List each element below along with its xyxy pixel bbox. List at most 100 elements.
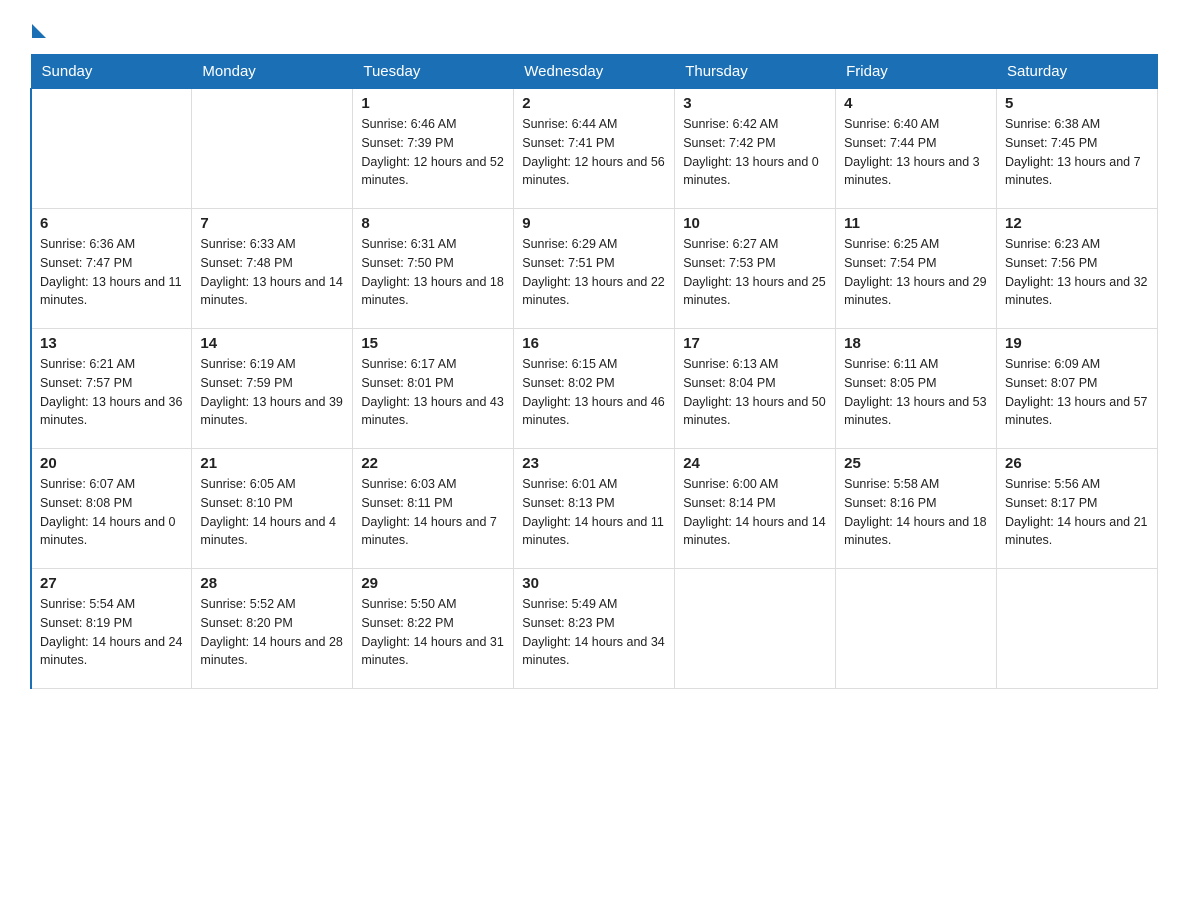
day-info: Sunrise: 6:00 AMSunset: 8:14 PMDaylight:… [683, 475, 827, 550]
day-info: Sunrise: 6:42 AMSunset: 7:42 PMDaylight:… [683, 115, 827, 190]
day-info: Sunrise: 6:17 AMSunset: 8:01 PMDaylight:… [361, 355, 505, 430]
calendar-cell: 18Sunrise: 6:11 AMSunset: 8:05 PMDayligh… [836, 329, 997, 449]
calendar-cell: 21Sunrise: 6:05 AMSunset: 8:10 PMDayligh… [192, 449, 353, 569]
day-number: 9 [522, 215, 666, 232]
day-info: Sunrise: 6:38 AMSunset: 7:45 PMDaylight:… [1005, 115, 1149, 190]
day-info: Sunrise: 6:09 AMSunset: 8:07 PMDaylight:… [1005, 355, 1149, 430]
day-info: Sunrise: 6:23 AMSunset: 7:56 PMDaylight:… [1005, 235, 1149, 310]
day-info: Sunrise: 6:13 AMSunset: 8:04 PMDaylight:… [683, 355, 827, 430]
day-info: Sunrise: 6:46 AMSunset: 7:39 PMDaylight:… [361, 115, 505, 190]
day-info: Sunrise: 5:56 AMSunset: 8:17 PMDaylight:… [1005, 475, 1149, 550]
calendar-body: 1 Sunrise: 6:46 AMSunset: 7:39 PMDaylight… [31, 89, 1158, 689]
calendar-cell: 5 Sunrise: 6:38 AMSunset: 7:45 PMDaylight… [997, 89, 1158, 209]
day-number: 20 [40, 455, 183, 472]
day-of-week-friday: Friday [836, 55, 997, 89]
logo [30, 20, 46, 34]
day-number: 3 [683, 95, 827, 112]
calendar-cell: 30Sunrise: 5:49 AMSunset: 8:23 PMDayligh… [514, 569, 675, 689]
day-of-week-saturday: Saturday [997, 55, 1158, 89]
day-number: 4 [844, 95, 988, 112]
calendar-cell: 1 Sunrise: 6:46 AMSunset: 7:39 PMDaylight… [353, 89, 514, 209]
day-number: 1 [361, 95, 505, 112]
day-info: Sunrise: 5:50 AMSunset: 8:22 PMDaylight:… [361, 595, 505, 670]
day-of-week-tuesday: Tuesday [353, 55, 514, 89]
calendar-cell: 10Sunrise: 6:27 AMSunset: 7:53 PMDayligh… [675, 209, 836, 329]
calendar-cell: 28 Sunrise: 5:52 AMSunset: 8:20 PMDayligh… [192, 569, 353, 689]
day-of-week-thursday: Thursday [675, 55, 836, 89]
day-number: 12 [1005, 215, 1149, 232]
calendar-week-2: 13Sunrise: 6:21 AMSunset: 7:57 PMDayligh… [31, 329, 1158, 449]
day-number: 19 [1005, 335, 1149, 352]
day-number: 15 [361, 335, 505, 352]
day-of-week-monday: Monday [192, 55, 353, 89]
day-info: Sunrise: 6:19 AMSunset: 7:59 PMDaylight:… [200, 355, 344, 430]
calendar-cell: 14 Sunrise: 6:19 AMSunset: 7:59 PMDayligh… [192, 329, 353, 449]
calendar-cell [31, 89, 192, 209]
calendar-cell: 2 Sunrise: 6:44 AMSunset: 7:41 PMDaylight… [514, 89, 675, 209]
calendar-cell: 3 Sunrise: 6:42 AMSunset: 7:42 PMDaylight… [675, 89, 836, 209]
calendar-cell: 4 Sunrise: 6:40 AMSunset: 7:44 PMDaylight… [836, 89, 997, 209]
calendar-cell: 25Sunrise: 5:58 AMSunset: 8:16 PMDayligh… [836, 449, 997, 569]
calendar-cell: 29 Sunrise: 5:50 AMSunset: 8:22 PMDayligh… [353, 569, 514, 689]
day-number: 28 [200, 575, 344, 592]
day-number: 29 [361, 575, 505, 592]
day-number: 11 [844, 215, 988, 232]
calendar-cell: 12 Sunrise: 6:23 AMSunset: 7:56 PMDayligh… [997, 209, 1158, 329]
day-info: Sunrise: 6:25 AMSunset: 7:54 PMDaylight:… [844, 235, 988, 310]
calendar-cell: 26 Sunrise: 5:56 AMSunset: 8:17 PMDayligh… [997, 449, 1158, 569]
calendar-cell: 24 Sunrise: 6:00 AMSunset: 8:14 PMDayligh… [675, 449, 836, 569]
day-info: Sunrise: 6:01 AMSunset: 8:13 PMDaylight:… [522, 475, 666, 550]
day-number: 13 [40, 335, 183, 352]
calendar-cell [192, 89, 353, 209]
day-number: 2 [522, 95, 666, 112]
day-of-week-wednesday: Wednesday [514, 55, 675, 89]
calendar-cell: 27 Sunrise: 5:54 AMSunset: 8:19 PMDayligh… [31, 569, 192, 689]
day-number: 23 [522, 455, 666, 472]
calendar-cell: 23 Sunrise: 6:01 AMSunset: 8:13 PMDayligh… [514, 449, 675, 569]
calendar-cell: 7 Sunrise: 6:33 AMSunset: 7:48 PMDaylight… [192, 209, 353, 329]
calendar-cell: 9 Sunrise: 6:29 AMSunset: 7:51 PMDaylight… [514, 209, 675, 329]
day-number: 27 [40, 575, 183, 592]
day-number: 17 [683, 335, 827, 352]
day-info: Sunrise: 6:40 AMSunset: 7:44 PMDaylight:… [844, 115, 988, 190]
day-info: Sunrise: 6:44 AMSunset: 7:41 PMDaylight:… [522, 115, 666, 190]
day-info: Sunrise: 6:36 AMSunset: 7:47 PMDaylight:… [40, 235, 183, 310]
day-info: Sunrise: 6:03 AMSunset: 8:11 PMDaylight:… [361, 475, 505, 550]
calendar-cell [997, 569, 1158, 689]
calendar-cell: 19 Sunrise: 6:09 AMSunset: 8:07 PMDayligh… [997, 329, 1158, 449]
day-number: 26 [1005, 455, 1149, 472]
calendar-week-3: 20Sunrise: 6:07 AMSunset: 8:08 PMDayligh… [31, 449, 1158, 569]
day-of-week-sunday: Sunday [31, 55, 192, 89]
day-info: Sunrise: 6:33 AMSunset: 7:48 PMDaylight:… [200, 235, 344, 310]
day-number: 7 [200, 215, 344, 232]
day-info: Sunrise: 5:52 AMSunset: 8:20 PMDaylight:… [200, 595, 344, 670]
calendar-cell: 6 Sunrise: 6:36 AMSunset: 7:47 PMDaylight… [31, 209, 192, 329]
day-number: 8 [361, 215, 505, 232]
day-number: 14 [200, 335, 344, 352]
days-of-week-row: SundayMondayTuesdayWednesdayThursdayFrid… [31, 55, 1158, 89]
page-header [30, 20, 1158, 34]
calendar-cell: 20Sunrise: 6:07 AMSunset: 8:08 PMDayligh… [31, 449, 192, 569]
day-number: 16 [522, 335, 666, 352]
day-number: 30 [522, 575, 666, 592]
day-number: 24 [683, 455, 827, 472]
calendar-week-1: 6 Sunrise: 6:36 AMSunset: 7:47 PMDaylight… [31, 209, 1158, 329]
day-number: 5 [1005, 95, 1149, 112]
calendar-cell: 13Sunrise: 6:21 AMSunset: 7:57 PMDayligh… [31, 329, 192, 449]
day-info: Sunrise: 6:15 AMSunset: 8:02 PMDaylight:… [522, 355, 666, 430]
day-number: 6 [40, 215, 183, 232]
day-info: Sunrise: 5:58 AMSunset: 8:16 PMDaylight:… [844, 475, 988, 550]
day-info: Sunrise: 6:11 AMSunset: 8:05 PMDaylight:… [844, 355, 988, 430]
calendar-week-4: 27 Sunrise: 5:54 AMSunset: 8:19 PMDayligh… [31, 569, 1158, 689]
calendar-cell: 17 Sunrise: 6:13 AMSunset: 8:04 PMDayligh… [675, 329, 836, 449]
calendar-cell: 11 Sunrise: 6:25 AMSunset: 7:54 PMDayligh… [836, 209, 997, 329]
day-number: 22 [361, 455, 505, 472]
calendar-cell: 22 Sunrise: 6:03 AMSunset: 8:11 PMDayligh… [353, 449, 514, 569]
day-info: Sunrise: 5:54 AMSunset: 8:19 PMDaylight:… [40, 595, 183, 670]
day-number: 21 [200, 455, 344, 472]
calendar-cell: 8Sunrise: 6:31 AMSunset: 7:50 PMDaylight… [353, 209, 514, 329]
calendar-cell [675, 569, 836, 689]
calendar-week-0: 1 Sunrise: 6:46 AMSunset: 7:39 PMDaylight… [31, 89, 1158, 209]
day-info: Sunrise: 6:29 AMSunset: 7:51 PMDaylight:… [522, 235, 666, 310]
day-number: 10 [683, 215, 827, 232]
